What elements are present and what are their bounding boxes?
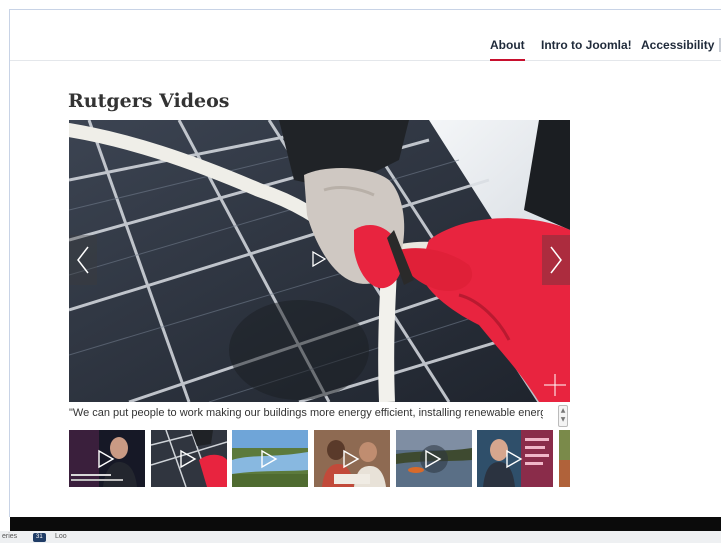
- chevron-left-icon: [77, 246, 89, 274]
- nav-item-about[interactable]: About: [490, 38, 525, 61]
- carousel-next-arrow[interactable]: [542, 235, 570, 285]
- status-text-right[interactable]: Loo: [55, 533, 67, 540]
- status-text-left: eries: [2, 533, 18, 540]
- play-icon: [343, 449, 360, 469]
- thumbnail-image: [559, 430, 570, 487]
- chevron-right-icon: [550, 246, 562, 274]
- video-thumbnail[interactable]: [151, 430, 227, 487]
- top-navigation: About Intro to Joomla! Accessibility: [10, 28, 721, 61]
- video-thumbnail-strip: [69, 430, 570, 488]
- video-caption-bar: "We can put people to work making our bu…: [69, 404, 570, 427]
- play-icon: [98, 449, 115, 469]
- video-thumbnail[interactable]: [232, 430, 308, 487]
- video-thumbnail[interactable]: [314, 430, 390, 487]
- play-icon[interactable]: [312, 251, 326, 267]
- status-badge: 31: [33, 533, 46, 542]
- video-thumbnail[interactable]: [396, 430, 472, 487]
- status-bar: eries 31 Loo: [0, 531, 721, 543]
- caption-scrollbar[interactable]: ▲ ▼: [558, 405, 568, 427]
- play-icon: [506, 449, 523, 469]
- page-footer-bar: [10, 517, 721, 531]
- video-thumbnail[interactable]: [559, 430, 570, 487]
- nav-item-accessibility[interactable]: Accessibility: [641, 38, 714, 52]
- page-title: Rutgers Videos: [68, 90, 230, 112]
- play-icon: [180, 449, 197, 469]
- play-icon: [261, 449, 278, 469]
- carousel-prev-arrow[interactable]: [69, 235, 97, 285]
- video-caption: "We can put people to work making our bu…: [69, 407, 543, 419]
- video-thumbnail[interactable]: [477, 430, 553, 487]
- video-player[interactable]: [69, 120, 570, 402]
- fullscreen-icon[interactable]: [544, 374, 566, 396]
- video-thumbnail[interactable]: [69, 430, 145, 487]
- play-icon: [425, 449, 442, 469]
- nav-item-intro-to-joomla[interactable]: Intro to Joomla!: [541, 38, 632, 52]
